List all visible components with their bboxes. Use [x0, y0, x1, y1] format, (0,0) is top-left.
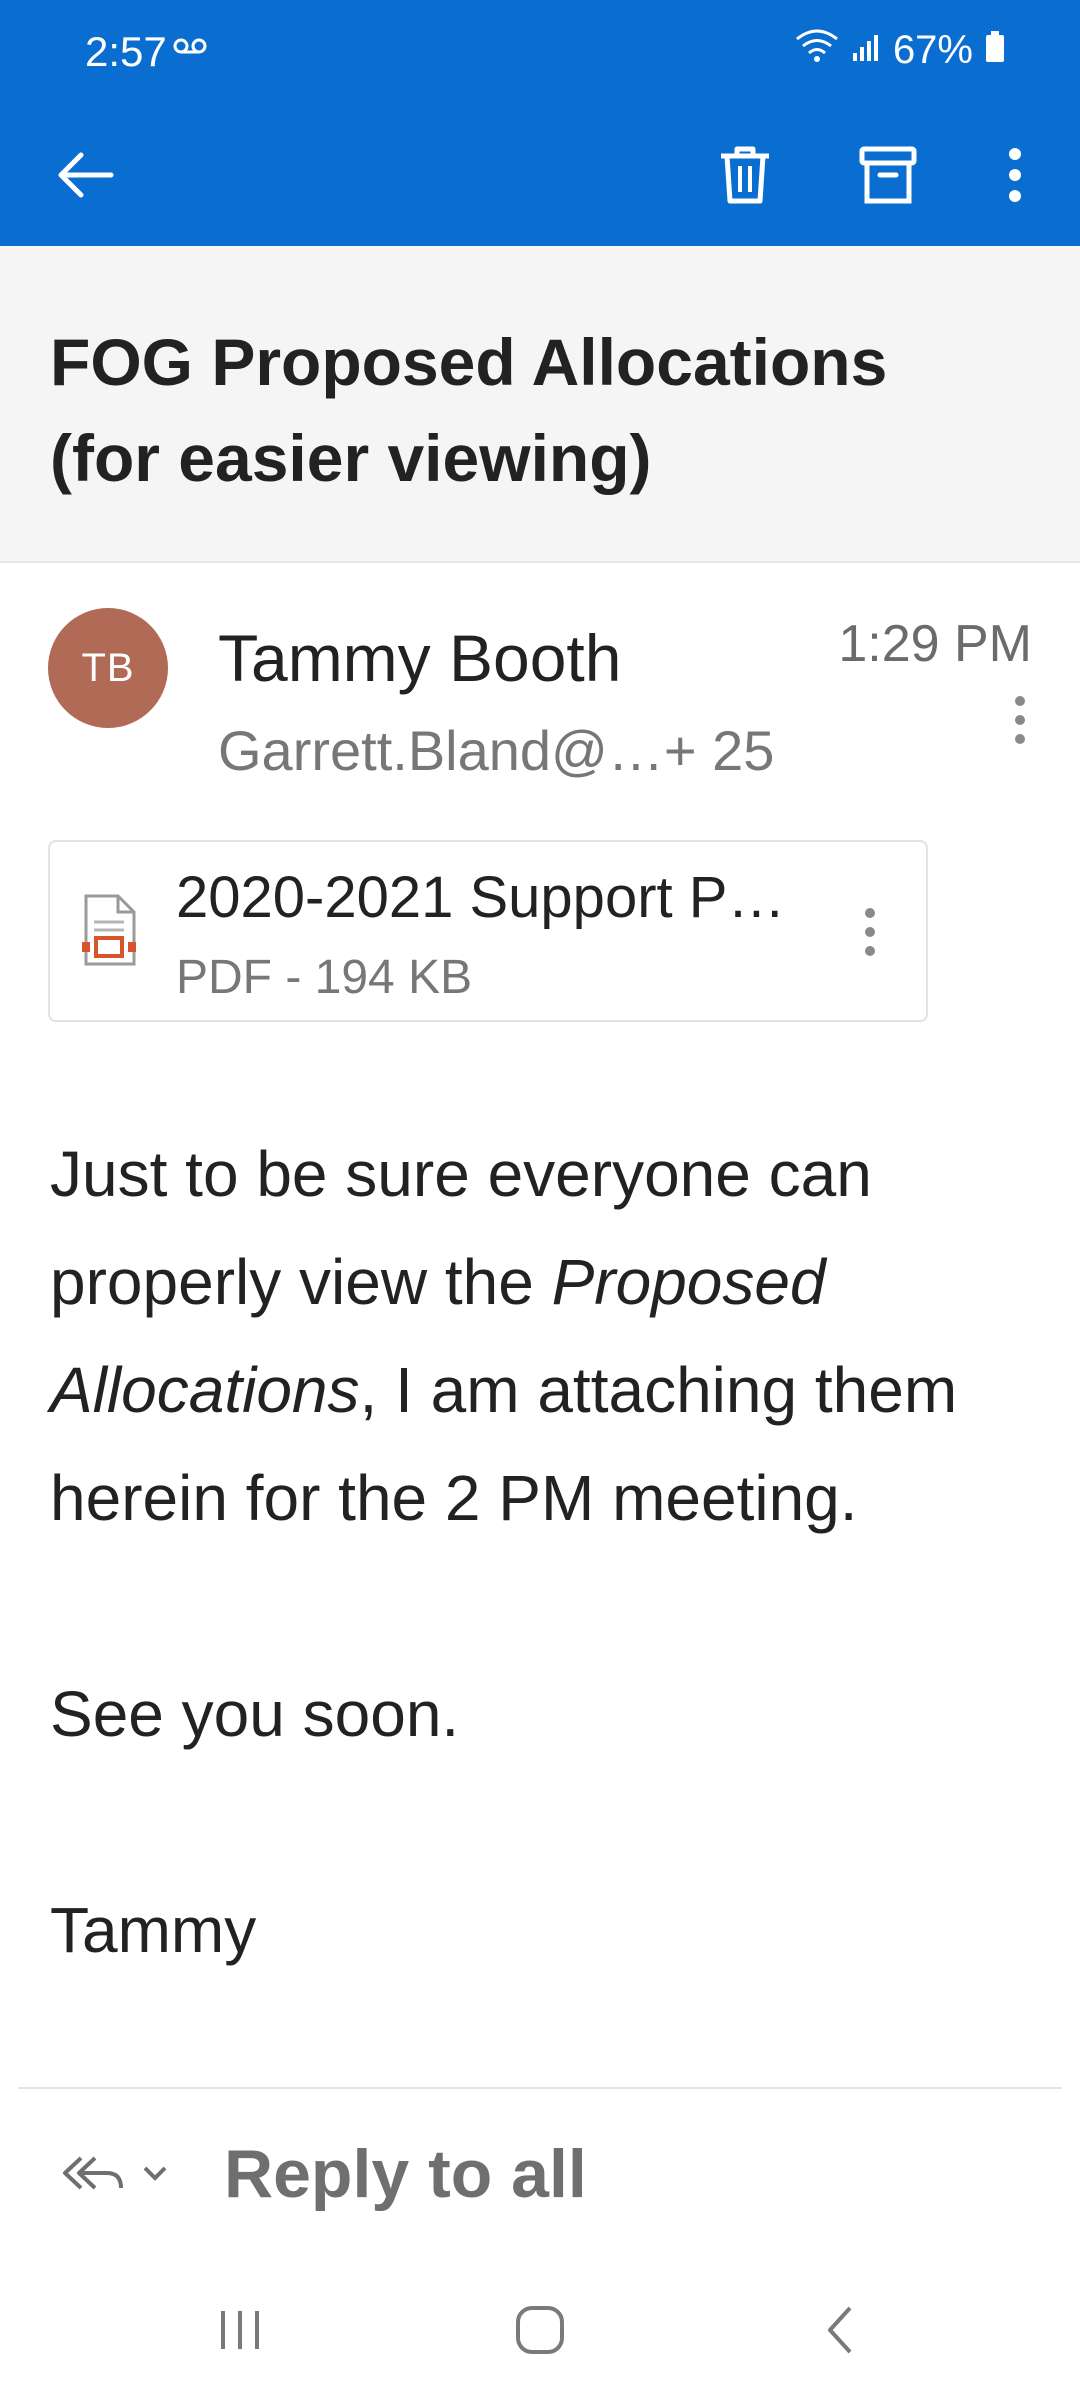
more-vertical-icon [865, 908, 875, 956]
battery-percent: 67% [892, 28, 973, 72]
signal-icon [851, 28, 881, 73]
back-button[interactable] [40, 130, 130, 220]
body-signature: Tammy [50, 1894, 257, 1966]
home-button[interactable] [500, 2290, 580, 2370]
arrow-left-icon [58, 152, 114, 198]
app-bar [0, 100, 1080, 246]
chevron-left-icon [828, 2306, 852, 2354]
attachment-card[interactable]: 2020-2021 Support P… PDF - 194 KB [48, 840, 928, 1022]
sender-name[interactable]: Tammy Booth [218, 620, 621, 696]
status-indicators: 67% [795, 28, 1005, 73]
recent-apps-icon [221, 2311, 259, 2349]
home-icon [516, 2306, 564, 2354]
system-nav-bar [0, 2260, 1080, 2400]
recent-apps-button[interactable] [200, 2290, 280, 2370]
more-vertical-icon [1009, 148, 1021, 202]
status-bar: 2:57 67% [0, 0, 1080, 100]
avatar[interactable]: TB [48, 608, 168, 728]
delete-button[interactable] [700, 130, 790, 220]
status-time: 2:57 [85, 28, 167, 75]
pdf-file-icon [80, 894, 138, 971]
voicemail-icon [172, 36, 208, 61]
attachment-name: 2020-2021 Support P… [176, 865, 786, 930]
reply-all-icon [63, 2156, 167, 2190]
more-options-button[interactable] [990, 130, 1040, 220]
more-vertical-icon [1015, 696, 1025, 744]
archive-button[interactable] [843, 130, 933, 220]
reply-mode-dropdown[interactable] [50, 2133, 180, 2213]
chevron-down-icon [143, 2166, 167, 2181]
body-closing: See you soon. [50, 1678, 460, 1750]
email-body: Just to be sure everyone can properly vi… [50, 1120, 1030, 1984]
back-nav-button[interactable] [800, 2290, 880, 2370]
battery-icon [985, 28, 1005, 73]
reply-all-button[interactable]: Reply to all [224, 2135, 587, 2213]
reply-bar: Reply to all [0, 2089, 1080, 2259]
email-subject: FOG Proposed Allocations (for easier vie… [50, 325, 888, 495]
archive-icon [859, 146, 917, 204]
attachment-meta: PDF - 194 KB [176, 951, 473, 1004]
recipients-summary[interactable]: Garrett.Bland@…+ 25 [218, 718, 774, 783]
attachment-more-button[interactable] [850, 902, 890, 962]
trash-icon [721, 146, 769, 204]
subject-header: FOG Proposed Allocations (for easier vie… [0, 246, 1080, 563]
email-time: 1:29 PM [838, 615, 1032, 673]
wifi-icon [795, 28, 839, 73]
message-more-button[interactable] [1000, 690, 1040, 750]
body-paragraph: Just to be sure everyone can properly vi… [50, 1120, 1030, 1552]
